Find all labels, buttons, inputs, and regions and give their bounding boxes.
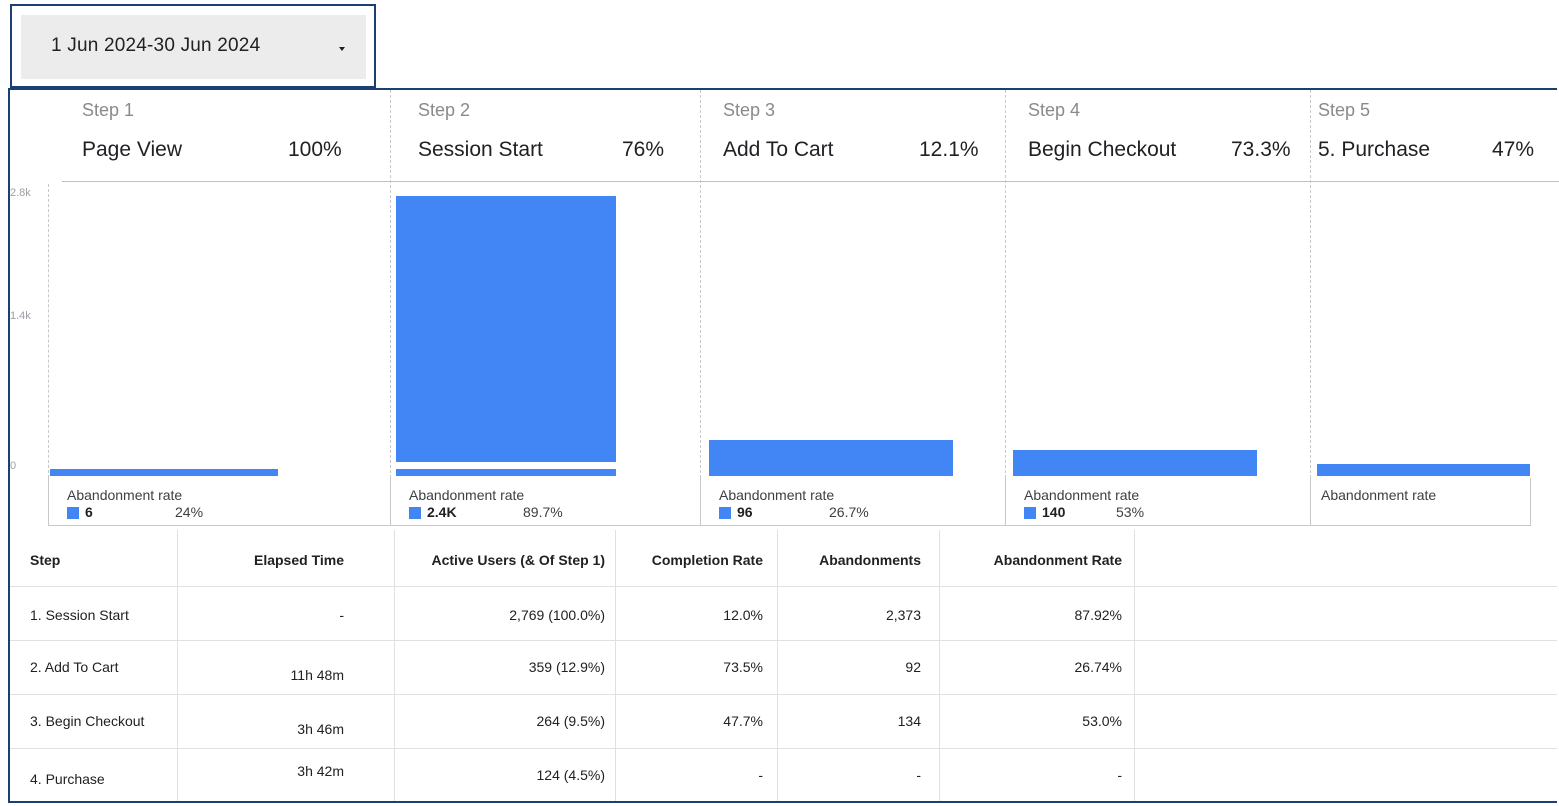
column-header-active-users[interactable]: Active Users (& Of Step 1) <box>395 530 616 586</box>
bar-completed-add-to-cart[interactable] <box>709 440 953 476</box>
abandonment-rate: 24% <box>175 504 204 520</box>
funnel-report-panel: Step 1 Page View 100% Step 2 Session Sta… <box>8 88 1559 803</box>
abandonment-count: 140 <box>1042 504 1066 520</box>
abandonment-rate: 53% <box>1116 504 1145 520</box>
cell-abandonment-rate: 87.92% <box>940 587 1135 640</box>
y-tick-label: 1.4k <box>10 310 31 322</box>
abandonment-row: Abandonment rate 6 24% Abandonment rate … <box>48 478 1531 526</box>
column-header-step[interactable]: Step <box>10 530 178 586</box>
abandonment-cell-step-5: Abandonment rate <box>1311 478 1530 525</box>
header-divider <box>62 181 1559 182</box>
step-number: Step 3 <box>723 100 776 120</box>
cell-active-users: 359 (12.9%) <box>395 641 616 694</box>
cell-step: 3. Begin Checkout <box>10 695 178 748</box>
column-header-elapsed-time[interactable]: Elapsed Time <box>178 530 395 586</box>
cell-elapsed-time: - <box>178 587 395 640</box>
step-percent: 100% <box>288 138 342 161</box>
cell-step: 4. Purchase <box>10 749 178 801</box>
legend-swatch <box>67 507 79 519</box>
abandonment-title: Abandonment rate <box>409 487 525 503</box>
step-percent: 12.1% <box>919 138 979 161</box>
step-name: Session Start <box>418 138 543 161</box>
abandonment-count: 96 <box>737 504 753 520</box>
abandonment-title: Abandonment rate <box>719 487 835 503</box>
cell-active-users: 2,769 (100.0%) <box>395 587 616 640</box>
step-name: Page View <box>82 138 183 161</box>
step-number: Step 2 <box>418 100 471 120</box>
date-range-dropdown[interactable]: 1 Jun 2024-30 Jun 2024 <box>21 15 366 79</box>
table-row: 1. Session Start - 2,769 (100.0%) 12.0% … <box>10 587 1557 640</box>
step-number: Step 1 <box>82 100 135 120</box>
cell-abandonment-rate: 26.74% <box>940 641 1135 694</box>
abandonment-count: 2.4K <box>427 504 457 520</box>
column-divider <box>1005 90 1006 478</box>
cell-completion-rate: 47.7% <box>616 695 778 748</box>
step-percent: 47% <box>1492 138 1535 161</box>
cell-active-users: 124 (4.5%) <box>395 749 616 801</box>
cell-abandonments: 134 <box>778 695 940 748</box>
legend-swatch <box>719 507 731 519</box>
column-divider <box>700 90 701 478</box>
y-tick-label: 2.8k <box>10 187 31 199</box>
column-divider <box>1310 90 1311 478</box>
funnel-chart: Step 1 Page View 100% Step 2 Session Sta… <box>10 90 1559 530</box>
step-name: 5. Purchase <box>1318 138 1431 161</box>
cell-abandonments: 92 <box>778 641 940 694</box>
cell-step: 2. Add To Cart <box>10 641 178 694</box>
step-percent: 73.3% <box>1231 138 1291 161</box>
cell-step: 1. Session Start <box>10 587 178 640</box>
step-number: Step 4 <box>1028 100 1081 120</box>
cell-completion-rate: 12.0% <box>616 587 778 640</box>
bar-completed-begin-checkout[interactable] <box>1013 450 1257 476</box>
legend-swatch <box>409 507 421 519</box>
column-divider <box>390 90 391 478</box>
y-axis-line <box>48 184 49 478</box>
step-name: Add To Cart <box>723 138 834 161</box>
step-percent: 76% <box>622 138 665 161</box>
cell-active-users: 264 (9.5%) <box>395 695 616 748</box>
y-tick-label: 0 <box>10 460 17 472</box>
bar-completed-page-view[interactable] <box>50 469 278 476</box>
abandonment-title: Abandonment rate <box>1024 487 1140 503</box>
table-header-row: Step Elapsed Time Active Users (& Of Ste… <box>10 530 1557 586</box>
legend-swatch <box>1024 507 1036 519</box>
cell-abandonment-rate: 53.0% <box>940 695 1135 748</box>
abandonment-cell-step-3: Abandonment rate 96 26.7% <box>701 478 1006 525</box>
date-range-container: 1 Jun 2024-30 Jun 2024 <box>10 4 376 88</box>
bar-abandoned-session-start[interactable] <box>396 469 616 476</box>
abandonment-cell-step-2: Abandonment rate 2.4K 89.7% <box>391 478 701 525</box>
column-header-abandonment-rate[interactable]: Abandonment Rate <box>940 530 1135 586</box>
abandonment-title: Abandonment rate <box>1321 487 1437 503</box>
column-header-completion-rate[interactable]: Completion Rate <box>616 530 778 586</box>
table-row: 4. Purchase 3h 42m 124 (4.5%) - - - <box>10 749 1557 801</box>
cell-elapsed-time: 3h 46m <box>178 695 395 748</box>
bar-completed-session-start[interactable] <box>396 196 616 462</box>
step-name: Begin Checkout <box>1028 138 1177 161</box>
abandonment-count: 6 <box>85 504 93 520</box>
funnel-table: Step Elapsed Time Active Users (& Of Ste… <box>10 530 1557 803</box>
abandonment-title: Abandonment rate <box>67 487 183 503</box>
step-number: Step 5 <box>1318 100 1371 120</box>
cell-completion-rate: - <box>616 749 778 801</box>
cell-elapsed-time: 3h 42m <box>178 749 395 801</box>
cell-completion-rate: 73.5% <box>616 641 778 694</box>
bar-completed-purchase[interactable] <box>1317 464 1530 476</box>
abandonment-cell-step-4: Abandonment rate 140 53% <box>1006 478 1311 525</box>
abandonment-cell-step-1: Abandonment rate 6 24% <box>49 478 391 525</box>
abandonment-rate: 89.7% <box>523 504 563 520</box>
column-header-abandonments[interactable]: Abandonments <box>778 530 940 586</box>
abandonment-rate: 26.7% <box>829 504 869 520</box>
table-row: 2. Add To Cart 11h 48m 359 (12.9%) 73.5%… <box>10 641 1557 694</box>
cell-abandonment-rate: - <box>940 749 1135 801</box>
cell-abandonments: - <box>778 749 940 801</box>
chevron-down-icon <box>339 47 345 51</box>
cell-abandonments: 2,373 <box>778 587 940 640</box>
cell-elapsed-time: 11h 48m <box>178 641 395 694</box>
date-range-label: 1 Jun 2024-30 Jun 2024 <box>51 35 261 56</box>
table-row: 3. Begin Checkout 3h 46m 264 (9.5%) 47.7… <box>10 695 1557 748</box>
